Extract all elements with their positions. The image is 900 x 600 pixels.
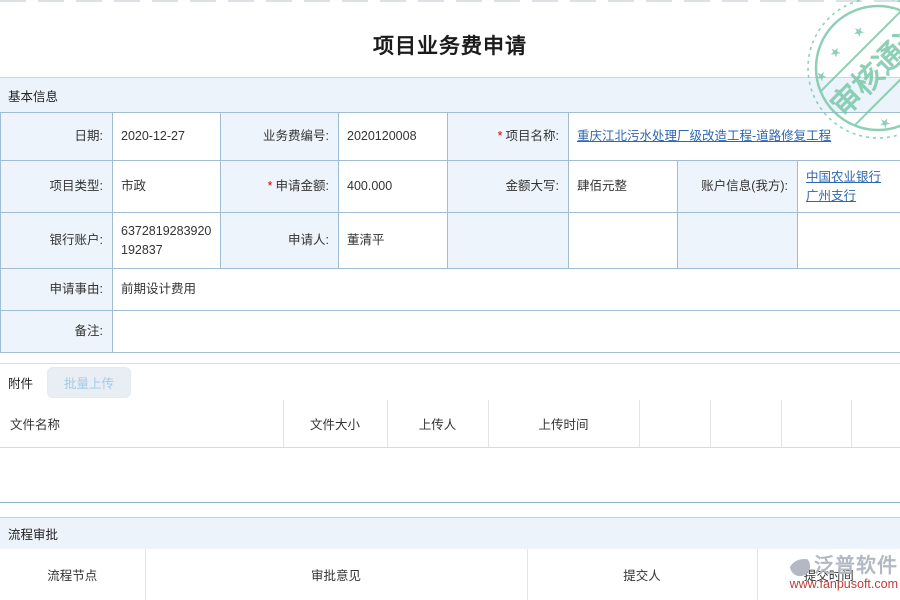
table-row: 项目类型: 市政 *申请金额: 400.000 金额大写: 肆佰元整 账户信息(… <box>1 161 900 213</box>
table-row: 日期: 2020-12-27 业务费编号: 2020120008 *项目名称: … <box>1 113 900 161</box>
section-header-approval: 流程审批 <box>0 517 900 549</box>
col-header-empty <box>639 400 710 447</box>
fanpu-logo-icon <box>789 555 811 577</box>
account-info-cell: 中国农业银行广州支行 <box>798 161 900 213</box>
project-type-label: 项目类型: <box>1 161 113 213</box>
table-row: 银行账户: 6372819283920192837 申请人: 董清平 <box>1 213 900 269</box>
empty-value-cell <box>798 213 900 269</box>
project-name-cell: 重庆江北污水处理厂级改造工程-道路修复工程 <box>569 113 900 161</box>
empty-label-cell <box>448 213 569 269</box>
reason-value: 前期设计费用 <box>113 269 900 311</box>
col-header-upload-time: 上传时间 <box>488 400 639 447</box>
empty-label-cell <box>678 213 798 269</box>
top-dashed-border <box>0 0 900 2</box>
applicant-value: 董清平 <box>339 213 448 269</box>
col-header-file-name: 文件名称 <box>0 400 283 447</box>
date-value: 2020-12-27 <box>113 113 221 161</box>
attachments-toolbar: 附件 批量上传 <box>0 363 900 400</box>
table-row: 流程节点 审批意见 提交人 提交时间 <box>0 549 900 600</box>
amount-label: *申请金额: <box>221 161 339 213</box>
col-header-empty <box>781 400 851 447</box>
fee-no-value: 2020120008 <box>339 113 448 161</box>
col-header-file-size: 文件大小 <box>283 400 387 447</box>
batch-upload-button[interactable]: 批量上传 <box>47 367 131 398</box>
remark-value <box>113 311 900 353</box>
project-type-value: 市政 <box>113 161 221 213</box>
attachments-section-label: 附件 <box>8 373 33 392</box>
amount-caps-label: 金额大写: <box>448 161 569 213</box>
bank-account-label: 银行账户: <box>1 213 113 269</box>
section-header-basic-info: 基本信息 <box>0 77 900 112</box>
section-basic-info-label: 基本信息 <box>8 86 58 105</box>
col-header-empty <box>851 400 900 447</box>
col-header-empty <box>710 400 781 447</box>
account-info-label: 账户信息(我方): <box>678 161 798 213</box>
vendor-logo: 泛普软件 www.fanpusoft.com <box>789 555 898 592</box>
table-row: 文件名称 文件大小 上传人 上传时间 <box>0 400 900 447</box>
amount-caps-value: 肆佰元整 <box>569 161 678 213</box>
table-row: 申请事由: 前期设计费用 <box>1 269 900 311</box>
col-header-flow-node: 流程节点 <box>0 549 145 600</box>
horizontal-divider <box>0 502 900 503</box>
bank-account-value: 6372819283920192837 <box>113 213 221 269</box>
required-asterisk: * <box>268 179 273 193</box>
date-label: 日期: <box>1 113 113 161</box>
fee-no-label: 业务费编号: <box>221 113 339 161</box>
page-title: 项目业务费申请 <box>0 30 900 60</box>
table-row: 备注: <box>1 311 900 353</box>
section-approval-label: 流程审批 <box>8 524 58 543</box>
remark-label: 备注: <box>1 311 113 353</box>
project-name-label: *项目名称: <box>448 113 569 161</box>
account-info-link[interactable]: 中国农业银行广州支行 <box>806 170 881 202</box>
col-header-approval-opinion: 审批意见 <box>145 549 527 600</box>
approval-table-header: 流程节点 审批意见 提交人 提交时间 <box>0 549 900 600</box>
col-header-uploader: 上传人 <box>387 400 488 447</box>
attachments-table-header: 文件名称 文件大小 上传人 上传时间 <box>0 400 900 448</box>
basic-info-table: 日期: 2020-12-27 业务费编号: 2020120008 *项目名称: … <box>0 112 900 353</box>
applicant-label: 申请人: <box>221 213 339 269</box>
col-header-submitter: 提交人 <box>527 549 757 600</box>
vendor-name: 泛普软件 <box>814 555 898 577</box>
required-asterisk: * <box>498 129 503 143</box>
empty-value-cell <box>569 213 678 269</box>
reason-label: 申请事由: <box>1 269 113 311</box>
amount-value: 400.000 <box>339 161 448 213</box>
project-name-link[interactable]: 重庆江北污水处理厂级改造工程-道路修复工程 <box>577 129 831 143</box>
vendor-url: www.fanpusoft.com <box>789 578 898 592</box>
